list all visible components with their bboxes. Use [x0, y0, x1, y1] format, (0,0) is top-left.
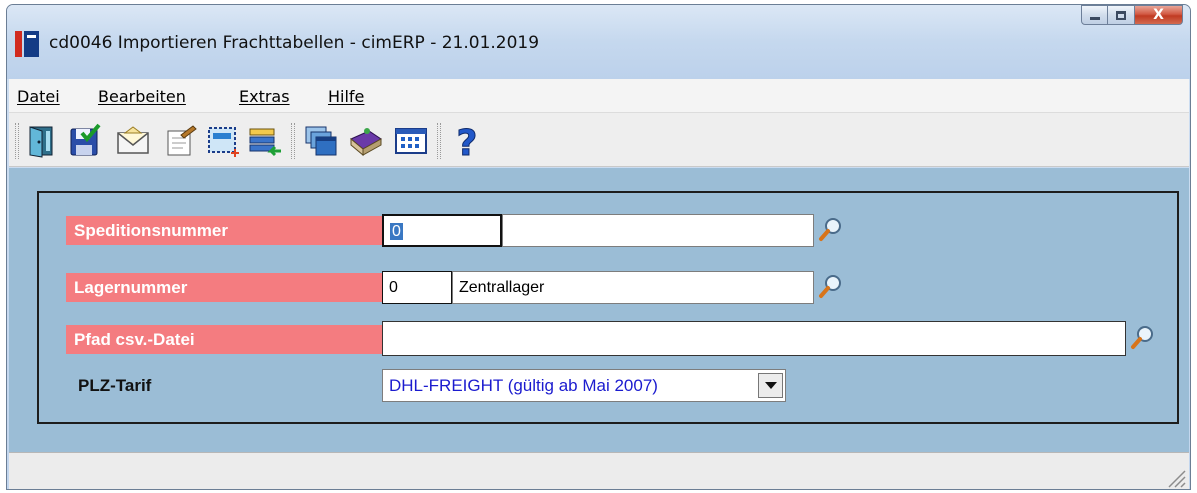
chevron-down-icon	[764, 382, 777, 389]
plz-tarif-label: PLZ-Tarif	[78, 376, 152, 395]
speditionsnummer-search-icon[interactable]	[818, 216, 844, 242]
plz-tarif-selected: DHL-FREIGHT (gültig ab Mai 2007)	[389, 376, 658, 395]
pfad-csv-label: Pfad csv.-Datei	[66, 325, 382, 354]
window-controls: X	[1081, 5, 1183, 25]
window-title: cd0046 Importieren Frachttabellen - cimE…	[49, 33, 540, 53]
maximize-button[interactable]	[1108, 5, 1135, 25]
table-grid-icon[interactable]	[393, 123, 429, 159]
resize-grip-icon[interactable]	[1164, 466, 1186, 488]
form-area: Speditionsnummer 0 Lagernummer 0 Zentral…	[9, 168, 1189, 452]
new-selection-icon[interactable]	[205, 123, 241, 159]
pfad-csv-input[interactable]	[382, 321, 1126, 356]
toolbar-separator	[291, 123, 295, 159]
windows-cascade-icon[interactable]	[303, 123, 339, 159]
mail-envelope-icon[interactable]	[115, 123, 151, 159]
speditionsnummer-input[interactable]: 0	[382, 214, 502, 247]
maximize-icon	[1116, 10, 1126, 20]
menu-extras[interactable]: Extras	[239, 87, 290, 106]
save-icon[interactable]	[67, 123, 103, 159]
help-question-icon[interactable]: ?	[449, 123, 485, 159]
book-icon[interactable]	[347, 123, 383, 159]
menu-bearbeiten[interactable]: Bearbeiten	[98, 87, 186, 106]
svg-text:?: ?	[457, 123, 478, 159]
speditionsname-field	[502, 214, 814, 247]
toolbar-separator	[437, 123, 441, 159]
lagernummer-label: Lagernummer	[66, 273, 382, 302]
minimize-button[interactable]	[1081, 5, 1108, 25]
title-bar[interactable]: cd0046 Importieren Frachttabellen - cimE…	[7, 5, 1190, 79]
plz-tarif-select[interactable]: DHL-FREIGHT (gültig ab Mai 2007)	[382, 369, 786, 402]
lagernummer-search-icon[interactable]	[818, 273, 844, 299]
exit-door-icon[interactable]	[25, 123, 61, 159]
status-bar	[9, 452, 1189, 489]
speditionsnummer-label: Speditionsnummer	[66, 216, 382, 245]
edit-note-icon[interactable]	[163, 123, 199, 159]
list-transfer-icon[interactable]	[247, 123, 283, 159]
lagernummer-input[interactable]: 0	[382, 271, 452, 304]
minimize-icon	[1089, 16, 1100, 20]
close-button[interactable]: X	[1135, 5, 1183, 25]
toolbar-separator	[15, 123, 19, 159]
menu-datei[interactable]: Datei	[17, 87, 60, 106]
speditionsnummer-value: 0	[390, 223, 403, 240]
toolbar: ?	[9, 113, 1189, 167]
menu-hilfe[interactable]: Hilfe	[328, 87, 364, 106]
app-window: cd0046 Importieren Frachttabellen - cimE…	[6, 4, 1191, 490]
close-icon: X	[1153, 7, 1164, 23]
lagername-field: Zentrallager	[452, 271, 814, 304]
pfad-csv-search-icon[interactable]	[1130, 324, 1156, 350]
menu-bar: Datei Bearbeiten Extras Hilfe	[9, 79, 1189, 113]
dropdown-button[interactable]	[758, 373, 783, 398]
app-logo-icon	[15, 31, 39, 57]
form-panel: Speditionsnummer 0 Lagernummer 0 Zentral…	[37, 191, 1179, 424]
